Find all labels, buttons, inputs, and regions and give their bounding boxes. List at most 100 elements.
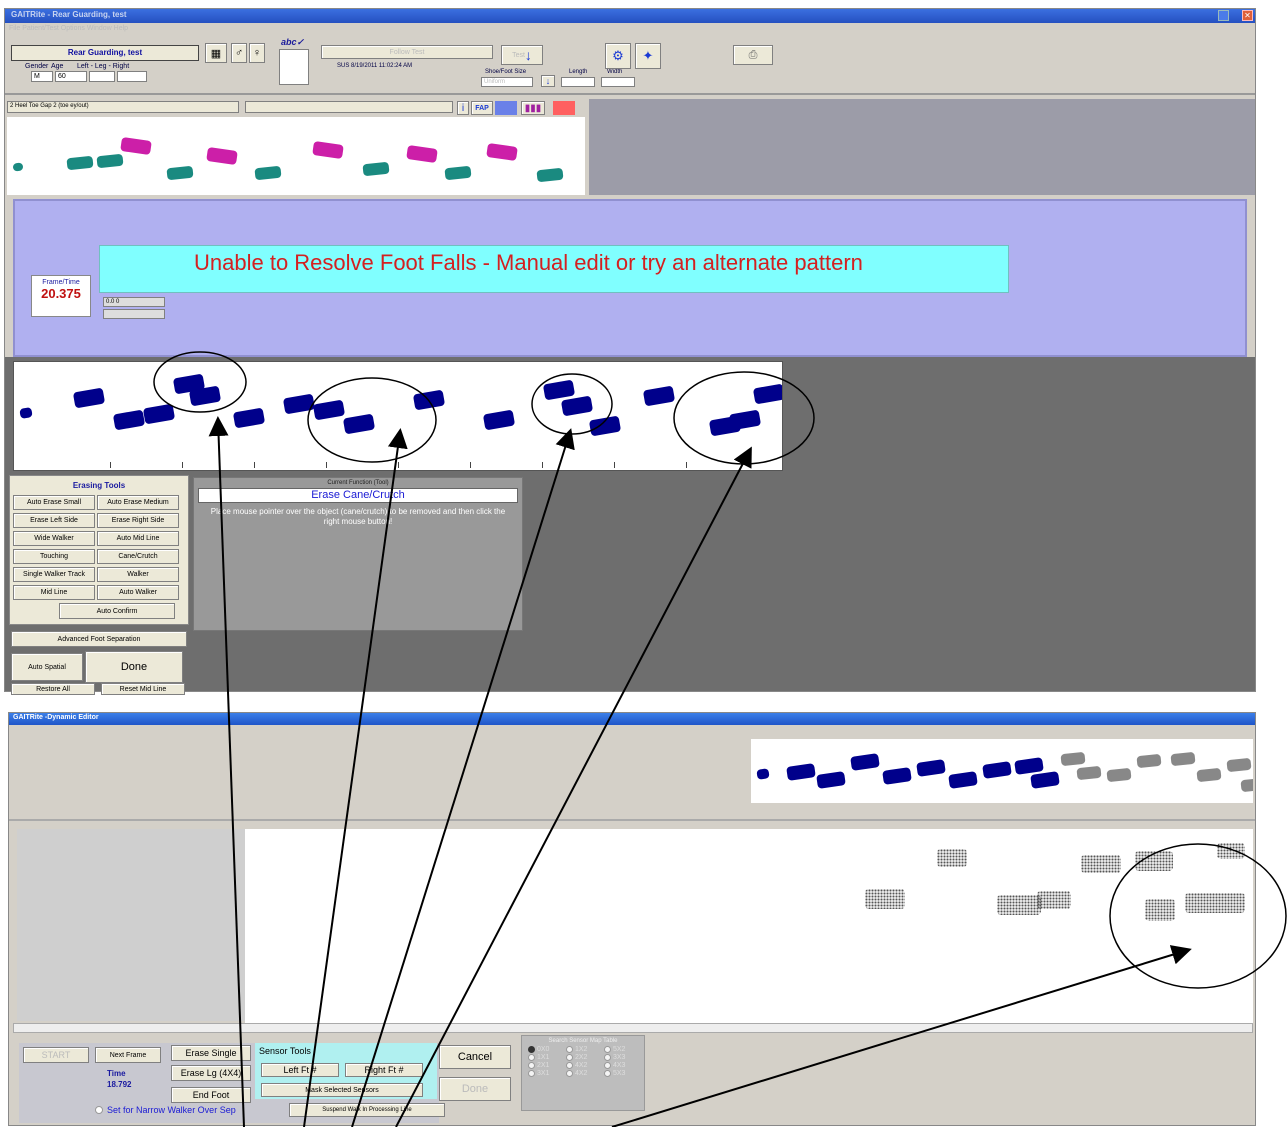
restore-all-button[interactable]: Restore All — [11, 683, 95, 695]
footprint — [728, 409, 762, 431]
left-leg-field[interactable] — [89, 71, 115, 82]
reset-mid-line-button[interactable]: Reset Mid Line — [101, 683, 185, 695]
sensor-map-radio[interactable]: 4X3 — [604, 1062, 638, 1069]
auto-confirm-button[interactable]: Auto Confirm — [59, 603, 175, 619]
tab-field[interactable] — [245, 101, 453, 113]
male-icon[interactable]: ♂ — [231, 43, 247, 63]
erase-lg-button[interactable]: Erase Lg (4X4) — [171, 1065, 251, 1081]
narrow-walker-radio[interactable] — [95, 1106, 103, 1114]
info-icon[interactable]: ⅰ — [457, 101, 469, 115]
footprint-strip-blue[interactable] — [13, 361, 783, 471]
test-button[interactable]: Test ↓ — [501, 45, 543, 65]
preview-strip[interactable] — [751, 739, 1253, 803]
erase-tool-button[interactable]: Auto Walker — [97, 585, 179, 600]
left-ft-button[interactable]: Left Ft # — [261, 1063, 339, 1077]
print-icon[interactable]: ⎙ — [733, 45, 773, 65]
sensor-map-radio[interactable]: 2X2 — [566, 1054, 600, 1061]
footprint — [312, 399, 346, 421]
frame-time-value: 20.375 — [41, 286, 81, 301]
blue-swatch[interactable] — [495, 101, 517, 115]
sensor-map-radio[interactable]: 4X2 — [566, 1070, 600, 1077]
notes-box[interactable] — [279, 49, 309, 85]
erase-tool-button[interactable]: Erase Right Side — [97, 513, 179, 528]
footprint — [1014, 757, 1044, 775]
erase-tool-button[interactable]: Mid Line — [13, 585, 95, 600]
radio-circle — [566, 1062, 573, 1069]
editor-title: GAITRite -Dynamic Editor — [13, 714, 99, 721]
sensor-map-radio[interactable]: 5X3 — [604, 1070, 638, 1077]
red-swatch[interactable] — [553, 101, 575, 115]
horizontal-scrollbar[interactable] — [13, 1023, 1253, 1033]
mask-selected-sensors-button[interactable]: Mask Selected Sensors — [261, 1083, 423, 1097]
done-button[interactable]: Done — [85, 651, 183, 683]
erase-tool-button[interactable]: Erase Left Side — [13, 513, 95, 528]
width-field[interactable] — [601, 77, 635, 87]
suspend-walk-button[interactable]: Suspend Walk In Processing Line — [289, 1103, 445, 1117]
age-field[interactable]: 60 — [55, 71, 87, 82]
erase-tool-button[interactable]: Cane/Crutch — [97, 549, 179, 564]
auto-spatial-button[interactable]: Auto Spatial — [11, 653, 83, 681]
sensor-cluster — [865, 889, 905, 909]
erase-tool-button[interactable]: Wide Walker — [13, 531, 95, 546]
instruction-text: Place mouse pointer over the object (can… — [210, 507, 506, 526]
editor-done-button[interactable]: Done — [439, 1077, 511, 1101]
sensor-map-radio[interactable]: 5X2 — [604, 1046, 638, 1053]
sensor-map-radio[interactable]: 2X1 — [528, 1062, 562, 1069]
erase-single-button[interactable]: Erase Single — [171, 1045, 251, 1061]
sensor-cluster — [1037, 891, 1071, 909]
sensor-map-radio[interactable]: 1X1 — [528, 1054, 562, 1061]
close-button[interactable]: ✕ — [1242, 10, 1253, 21]
ruler-tick — [110, 462, 111, 468]
ruler-tick — [614, 462, 615, 468]
dynamic-editor-window: GAITRite -Dynamic Editor START Next Fram… — [8, 712, 1256, 1126]
advanced-foot-separation-button[interactable]: Advanced Foot Separation — [11, 631, 187, 647]
radio-label: 4X3 — [613, 1062, 626, 1069]
minimize-button[interactable] — [1218, 10, 1229, 21]
walk-tool-icon[interactable]: ⚙ — [605, 43, 631, 69]
erase-tool-button[interactable]: Walker — [97, 567, 179, 582]
shoe-down-icon[interactable]: ↓ — [541, 75, 555, 87]
cancel-button[interactable]: Cancel — [439, 1045, 511, 1069]
start-button[interactable]: START — [23, 1047, 89, 1063]
sensor-map-radio[interactable]: 1X2 — [566, 1046, 600, 1053]
erase-tool-button[interactable]: Single Walker Track — [13, 567, 95, 582]
footprint — [112, 409, 146, 431]
footprint — [312, 140, 344, 160]
footprint — [362, 161, 390, 177]
footprint — [12, 162, 24, 172]
female-icon[interactable]: ♀ — [249, 43, 265, 63]
end-foot-button[interactable]: End Foot — [171, 1087, 251, 1103]
shoe-select[interactable]: Uniform — [481, 77, 533, 87]
bar-chart-icon[interactable]: ▮▮▮ — [521, 101, 545, 115]
radio-circle — [528, 1070, 535, 1077]
erase-tool-button[interactable]: Touching — [13, 549, 95, 564]
patient-icon[interactable]: ▦ — [205, 43, 227, 63]
right-leg-field[interactable] — [117, 71, 147, 82]
erase-tool-button[interactable]: Auto Erase Medium — [97, 495, 179, 510]
footprint — [786, 763, 816, 781]
walk-tool2-icon[interactable]: ✦ — [635, 43, 661, 69]
sensor-cluster — [997, 895, 1041, 915]
sensor-tools-label: Sensor Tools — [259, 1046, 311, 1056]
next-frame-button[interactable]: Next Frame — [95, 1047, 161, 1063]
fap-button[interactable]: FAP — [471, 101, 493, 115]
sensor-map-radio[interactable]: 4X2 — [566, 1062, 600, 1069]
radio-label: 2X1 — [537, 1062, 550, 1069]
gender-field[interactable]: M — [31, 71, 53, 82]
length-field[interactable] — [561, 77, 595, 87]
tab-label[interactable]: 2 Heel Toe Gap 2 (toe ey/out) — [7, 101, 239, 113]
sensor-map-radio[interactable]: 0X0 — [528, 1046, 562, 1053]
erase-tool-button[interactable]: Auto Erase Small — [13, 495, 95, 510]
right-ft-button[interactable]: Right Ft # — [345, 1063, 423, 1077]
footprint — [142, 403, 176, 425]
erase-tool-button[interactable]: Auto Mid Line — [97, 531, 179, 546]
follow-test-button[interactable]: Follow Test — [321, 45, 493, 59]
sensor-map-radio[interactable]: 3X1 — [528, 1070, 562, 1077]
radio-circle — [566, 1046, 573, 1053]
menu-bar[interactable]: File Patient/Test Options Window Help — [9, 25, 128, 32]
footprint-strip-colored[interactable] — [7, 117, 585, 195]
radio-label: 4X2 — [575, 1070, 588, 1077]
sensor-grid-canvas[interactable] — [245, 829, 1253, 1029]
sensor-map-radio[interactable]: 3X3 — [604, 1054, 638, 1061]
ruler-tick — [182, 462, 183, 468]
